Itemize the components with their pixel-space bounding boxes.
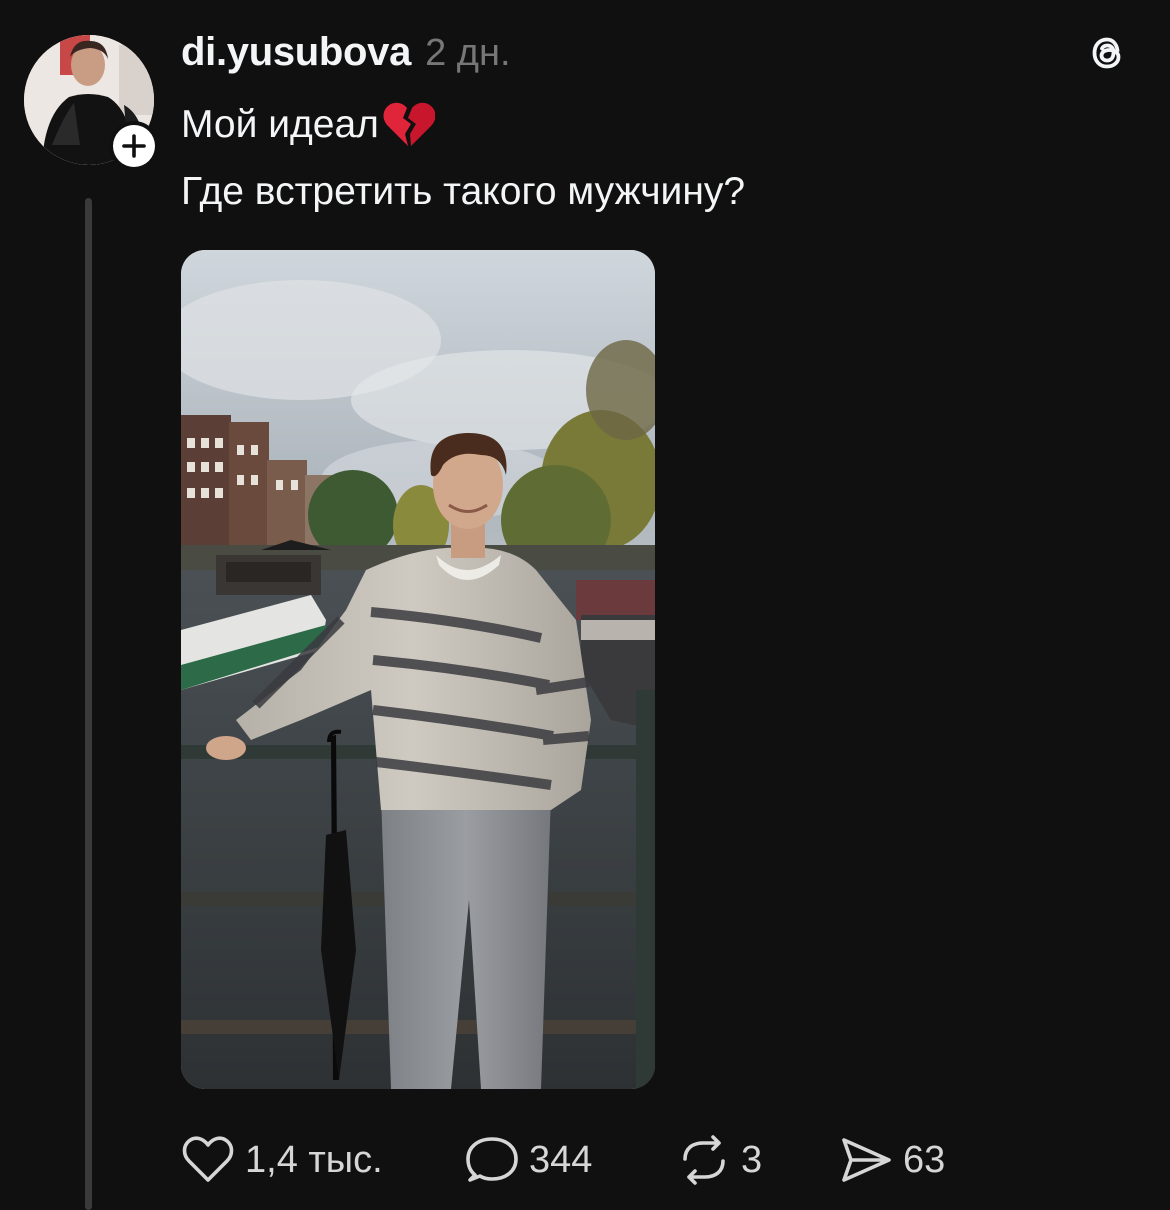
- post-actions-bar: 1,4 тыс. 344 3 63: [181, 1128, 1141, 1192]
- post-photo-image: [181, 250, 655, 1089]
- repost-count: 3: [741, 1138, 763, 1181]
- post-caption-line-2: Где встретить такого мужчину?: [181, 170, 746, 213]
- broken-heart-icon: [383, 102, 435, 146]
- speech-bubble-icon: [466, 1137, 518, 1182]
- like-button[interactable]: 1,4 тыс.: [181, 1128, 383, 1192]
- follow-button[interactable]: [109, 121, 159, 171]
- author-username[interactable]: di.yusubova: [181, 30, 411, 75]
- repost-arrows-icon: [683, 1135, 725, 1185]
- caption-text-1: Мой идеал: [181, 103, 379, 146]
- share-button[interactable]: 63: [839, 1128, 945, 1192]
- thread-connector-line: [85, 198, 92, 1210]
- comment-count: 344: [529, 1138, 593, 1181]
- like-count: 1,4 тыс.: [245, 1138, 383, 1181]
- comment-button[interactable]: 344: [465, 1128, 592, 1192]
- heart-outline-icon: [182, 1136, 234, 1182]
- post-header: di.yusubova 2 дн.: [181, 30, 511, 80]
- post-timestamp: 2 дн.: [425, 32, 511, 74]
- plus-icon: [122, 134, 146, 158]
- post-photo[interactable]: [181, 250, 655, 1089]
- threads-logo-icon[interactable]: [1082, 28, 1132, 78]
- share-count: 63: [903, 1138, 946, 1181]
- post-caption-line-1: Мой идеал: [181, 100, 435, 150]
- repost-button[interactable]: 3: [677, 1128, 762, 1192]
- paper-plane-icon: [842, 1138, 891, 1182]
